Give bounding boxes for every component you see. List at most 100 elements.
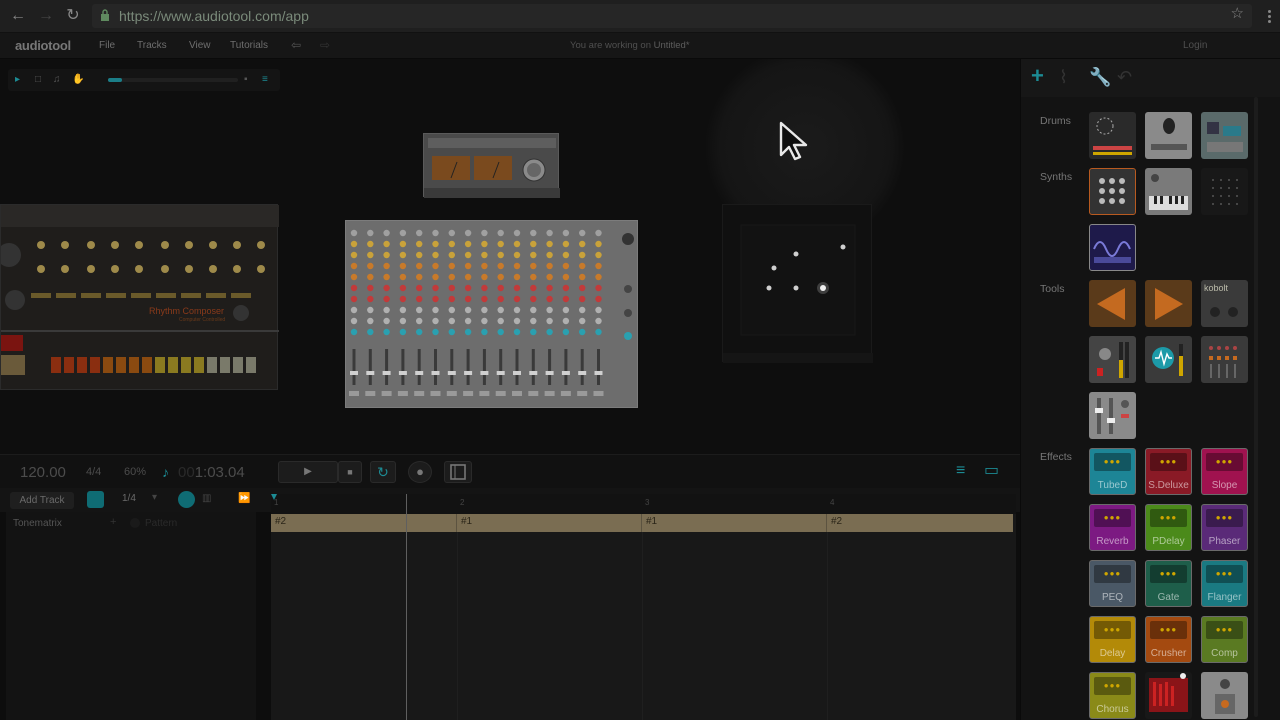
metronome-note-icon[interactable]: ♪ xyxy=(162,464,169,480)
effect-tile-flanger[interactable]: ●●● Flanger xyxy=(1201,560,1248,607)
pattern-dot-icon xyxy=(130,518,140,528)
timeline[interactable]: 1 2 3 4 #2 #1 #1 #2 xyxy=(271,494,1016,720)
effect-tile-tubed[interactable]: ●●● TubeD xyxy=(1089,448,1136,495)
pattern-clip[interactable]: #1 xyxy=(457,514,642,532)
rhythm-composer-device[interactable]: Rhythm Composer Computer Controlled xyxy=(0,204,279,390)
effect-tile-phaser[interactable]: ●●● Phaser xyxy=(1201,504,1248,551)
waveform-icon[interactable]: ⌇ xyxy=(1059,67,1068,88)
hand-tool-icon[interactable]: ✋ xyxy=(72,74,84,86)
drum-machine-tile[interactable] xyxy=(1089,112,1136,159)
sequencer-tile[interactable] xyxy=(1201,336,1248,383)
add-track-button[interactable]: Add Track xyxy=(10,492,74,509)
tonematrix-tile[interactable] xyxy=(1201,168,1248,215)
pattern-clip[interactable]: #2 xyxy=(827,514,1013,532)
pattern-clip[interactable]: #1 xyxy=(642,514,827,532)
beatbox-tile[interactable] xyxy=(1145,112,1192,159)
effect-tile-chorus[interactable]: ●●● Chorus xyxy=(1089,672,1136,719)
back-icon[interactable]: ← xyxy=(8,6,28,26)
forward-tool-tile[interactable] xyxy=(1145,280,1192,327)
rewind-tool-tile[interactable] xyxy=(1089,280,1136,327)
time-display-dim: 00 xyxy=(178,464,195,481)
menu-tracks[interactable]: Tracks xyxy=(137,40,167,51)
menu-view[interactable]: View xyxy=(189,40,211,51)
effect-tile-s-deluxe[interactable]: ●●● S.Deluxe xyxy=(1145,448,1192,495)
device-desktop[interactable]: ▸ □ ♫ ✋ ▪ ≡ Rhythm Composer Computer Con… xyxy=(0,59,1020,454)
pulverisateur-tile[interactable] xyxy=(1089,168,1136,215)
reload-icon[interactable]: ↻ xyxy=(63,6,83,26)
layout-menu-icon[interactable]: ≡ xyxy=(262,74,274,86)
audiotool-logo[interactable]: audiotool xyxy=(15,38,71,53)
zoom-slider[interactable] xyxy=(108,78,238,82)
synth-knobs-icon xyxy=(1099,178,1125,204)
effect-tile-red-glitch[interactable] xyxy=(1145,672,1192,719)
machiniste-tile[interactable] xyxy=(1201,112,1248,159)
effect-tile-slope[interactable]: ●●● Slope xyxy=(1201,448,1248,495)
track-list-icon[interactable]: ≡ xyxy=(956,462,965,480)
effect-tile-gate[interactable]: ●●● Gate xyxy=(1145,560,1192,607)
swing-display[interactable]: 60% xyxy=(124,466,146,478)
kobolt-tile[interactable]: kobolt xyxy=(1201,280,1248,327)
play-button[interactable]: ▶ xyxy=(278,461,338,483)
effect-label: Phaser xyxy=(1208,536,1241,547)
lock-tool-icon[interactable]: ▪ xyxy=(244,74,256,86)
pattern-mode-button[interactable] xyxy=(444,461,472,483)
folder-icon[interactable]: ▭ xyxy=(984,460,999,480)
playhead[interactable] xyxy=(406,494,407,720)
effect-knobs-icon: ●●● xyxy=(1159,569,1178,578)
bookmark-star-icon[interactable]: ☆ xyxy=(1231,4,1244,22)
loop-button[interactable]: ↻ xyxy=(370,461,396,483)
effect-knobs-icon: ●●● xyxy=(1215,625,1234,634)
effect-label: S.Deluxe xyxy=(1148,480,1189,491)
add-device-icon[interactable]: + xyxy=(1031,63,1044,89)
tonematrix-grid-icon xyxy=(1212,179,1238,205)
select-tool-icon[interactable]: ▸ xyxy=(15,74,27,86)
vu-meter-device[interactable] xyxy=(423,133,560,198)
machiniste-icon xyxy=(1207,122,1243,152)
follow-playhead-button[interactable] xyxy=(178,491,195,508)
stop-button[interactable]: ■ xyxy=(338,461,362,483)
heisenberg-tile[interactable] xyxy=(1145,168,1192,215)
snap-toggle-button[interactable] xyxy=(87,491,104,508)
tonematrix-device[interactable] xyxy=(722,204,873,363)
library-scrollbar[interactable] xyxy=(1254,97,1258,717)
headphones-icon[interactable]: ♫ xyxy=(53,74,65,86)
redo-icon[interactable]: ⇨ xyxy=(320,38,330,52)
effect-tile-stompbox[interactable] xyxy=(1201,672,1248,719)
undo-icon[interactable]: ⇦ xyxy=(291,38,301,52)
minimixer-tile[interactable] xyxy=(1145,336,1192,383)
browser-menu-icon[interactable] xyxy=(1260,4,1280,28)
bpm-display[interactable]: 120.00 xyxy=(20,464,66,481)
effect-tile-delay[interactable]: ●●● Delay xyxy=(1089,616,1136,663)
menu-tutorials[interactable]: Tutorials xyxy=(230,40,268,51)
rect-select-icon[interactable]: □ xyxy=(35,74,47,86)
undo-library-icon[interactable]: ↶ xyxy=(1117,67,1132,88)
mixer-device[interactable] xyxy=(345,220,638,408)
wrench-icon[interactable]: 🔧 xyxy=(1089,67,1111,88)
quantize-select[interactable]: 1/4 xyxy=(122,493,136,504)
record-button[interactable]: ● xyxy=(408,461,432,483)
grid-view-icon[interactable]: ▥ xyxy=(202,493,211,504)
document-title[interactable]: Untitled* xyxy=(654,40,690,51)
add-pattern-icon[interactable]: + xyxy=(110,516,116,528)
timeline-ruler[interactable]: 1 2 3 4 xyxy=(271,494,1016,514)
centroid-tile[interactable] xyxy=(1089,336,1136,383)
effect-tile-crusher[interactable]: ●●● Crusher xyxy=(1145,616,1192,663)
effect-tile-pdelay[interactable]: ●●● PDelay xyxy=(1145,504,1192,551)
crossfader-tile[interactable] xyxy=(1089,392,1136,439)
track-lane[interactable]: #2 #1 #1 #2 xyxy=(271,514,1016,720)
fast-forward-icon[interactable]: ⏩ xyxy=(238,493,250,504)
space-synth-tile[interactable] xyxy=(1089,224,1136,271)
effect-tile-comp[interactable]: ●●● Comp xyxy=(1201,616,1248,663)
menu-file[interactable]: File xyxy=(99,40,115,51)
time-signature[interactable]: 4/4 xyxy=(86,466,101,478)
quantize-arrow-icon[interactable]: ▾ xyxy=(152,492,157,503)
forward-icon[interactable]: → xyxy=(36,6,56,26)
address-bar[interactable]: https://www.audiotool.com/app xyxy=(92,4,1252,28)
login-button[interactable]: Login xyxy=(1183,40,1207,51)
track-name-tonematrix[interactable]: Tonematrix xyxy=(13,518,62,529)
pattern-clip[interactable]: #2 xyxy=(271,514,457,532)
library-toolbar: + ⌇ 🔧 ↶ xyxy=(1021,59,1280,97)
effect-tile-reverb[interactable]: ●●● Reverb xyxy=(1089,504,1136,551)
effect-tile-peq[interactable]: ●●● PEQ xyxy=(1089,560,1136,607)
effect-knobs-icon: ●●● xyxy=(1215,457,1234,466)
